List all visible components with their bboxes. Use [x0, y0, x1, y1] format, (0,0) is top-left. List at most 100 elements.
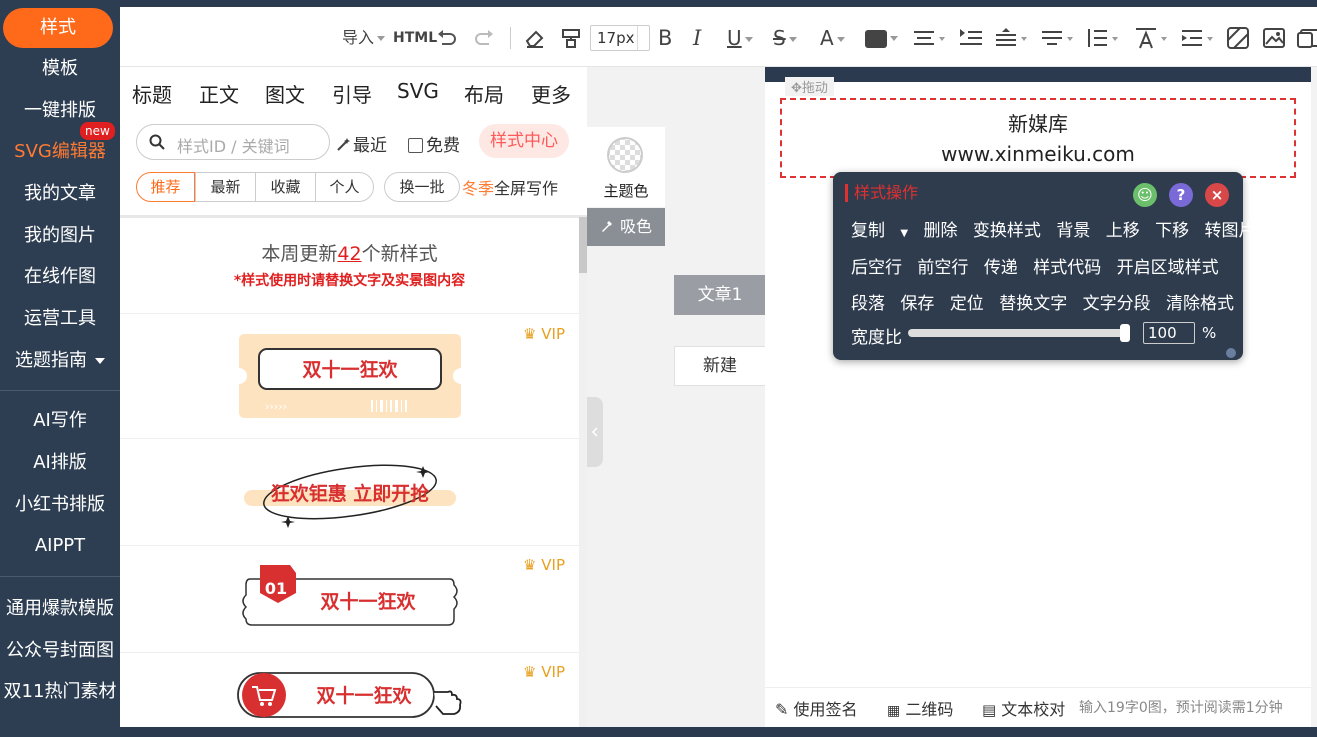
sidebar-item-xiaohongshu[interactable]: 小红书排版 [0, 493, 120, 517]
locate-button[interactable]: 定位 [950, 294, 984, 314]
background-color-button[interactable] [865, 26, 899, 50]
slider-knob[interactable] [1120, 324, 1130, 342]
style-card-ticket[interactable]: 双十一狂欢 ››››› [237, 332, 463, 420]
sidebar-item-cover-image[interactable]: 公众号封面图 [0, 639, 120, 663]
filter-personal[interactable]: 个人 [315, 172, 374, 202]
list-style-icon[interactable] [1040, 26, 1074, 50]
pass-button[interactable]: 传递 [984, 258, 1018, 278]
proofread-button[interactable]: ▤ 文本校对 [982, 696, 1065, 720]
tab-body[interactable]: 正文 [199, 79, 239, 108]
width-ratio-input[interactable]: 100 [1143, 322, 1195, 344]
signature-button[interactable]: ✎ 使用签名 [775, 696, 858, 720]
gallery-icon[interactable] [1297, 26, 1317, 50]
drag-handle[interactable]: ✥拖动 [785, 77, 834, 96]
sidebar-item-ai-writing[interactable]: AI写作 [0, 409, 120, 433]
content-line-title[interactable]: 新媒库 [782, 108, 1294, 137]
split-text-button[interactable]: 文字分段 [1083, 294, 1151, 314]
sidebar-item-hot-templates[interactable]: 通用爆款模版 [0, 597, 120, 621]
sidebar-item-ops-tools[interactable]: 运营工具 [0, 307, 120, 331]
move-up-button[interactable]: 上移 [1106, 221, 1140, 241]
sidebar-item-my-images[interactable]: 我的图片 [0, 224, 120, 248]
strikethrough-button[interactable]: S [773, 26, 797, 50]
tab-image-text[interactable]: 图文 [265, 79, 305, 108]
style-search-input[interactable]: 样式ID / 关键词 [136, 124, 330, 160]
paragraph-spacing-icon[interactable] [994, 26, 1028, 50]
skin-icon[interactable]: ☺ [1133, 183, 1157, 207]
more-icon[interactable]: ••• [1249, 294, 1282, 314]
redo-icon[interactable] [473, 26, 495, 50]
font-size-select[interactable]: 17px [590, 25, 650, 51]
article-tab[interactable]: 文章1 [674, 275, 766, 315]
html-button[interactable]: HTML [393, 26, 437, 50]
letter-spacing-icon[interactable] [1134, 26, 1168, 50]
style-card-promo[interactable]: 狂欢钜惠 立即开抢 [242, 460, 458, 532]
theme-color-button[interactable]: 主题色 [587, 127, 665, 207]
region-style-button[interactable]: 开启区域样式 [1117, 258, 1219, 278]
format-painter-icon[interactable] [559, 26, 583, 50]
eraser-icon[interactable] [523, 26, 547, 50]
tab-title[interactable]: 标题 [132, 79, 172, 108]
sidebar-item-aippt[interactable]: AIPPT [0, 534, 120, 558]
replace-text-button[interactable]: 替换文字 [999, 294, 1067, 314]
image-icon[interactable] [1262, 26, 1286, 50]
sidebar-item-one-click-layout[interactable]: 一键排版 [0, 99, 120, 123]
sidebar-item-svg-editor[interactable]: SVG编辑器 [0, 140, 120, 164]
style-list-scrollbar[interactable] [579, 217, 587, 727]
italic-button[interactable]: I [693, 26, 701, 50]
undo-icon[interactable] [436, 26, 458, 50]
pattern-fill-icon[interactable] [1226, 26, 1250, 50]
sidebar-item-templates[interactable]: 模板 [0, 57, 120, 81]
line-height-icon[interactable] [1085, 26, 1119, 50]
free-checkbox[interactable]: 免费 [408, 131, 460, 156]
close-icon[interactable]: × [1205, 183, 1229, 207]
sidebar-item-ai-layout[interactable]: AI排版 [0, 451, 120, 475]
tab-svg[interactable]: SVG [397, 79, 439, 103]
tab-guide[interactable]: 引导 [332, 79, 372, 108]
delete-button[interactable]: 删除 [924, 221, 958, 241]
filter-recommended[interactable]: 推荐 [136, 172, 195, 202]
move-down-button[interactable]: 下移 [1155, 221, 1189, 241]
tab-more[interactable]: 更多 [531, 79, 571, 108]
transform-style-button[interactable]: 变换样式 [973, 221, 1041, 241]
collapse-panel-button[interactable] [587, 397, 603, 467]
sidebar-item-my-articles[interactable]: 我的文章 [0, 182, 120, 206]
bold-button[interactable]: B [658, 26, 672, 50]
paragraph-button[interactable]: 段落 [851, 294, 885, 314]
blank-line-before-button[interactable]: 前空行 [917, 258, 968, 278]
blank-line-after-button[interactable]: 后空行 [851, 258, 902, 278]
scrollbar-thumb[interactable] [579, 217, 587, 273]
text-indent-icon[interactable] [1180, 26, 1214, 50]
style-code-button[interactable]: 样式代码 [1033, 258, 1101, 278]
filter-favorites[interactable]: 收藏 [255, 172, 316, 202]
to-image-button[interactable]: 转图片 [1205, 221, 1256, 241]
filter-latest[interactable]: 最新 [195, 172, 256, 202]
sidebar-item-styles[interactable]: 样式 [3, 8, 113, 48]
width-ratio-slider[interactable] [908, 324, 1130, 342]
notice-count[interactable]: 42 [337, 243, 361, 265]
content-line-url[interactable]: www.xinmeiku.com [782, 142, 1294, 166]
sidebar-item-online-design[interactable]: 在线作图 [0, 265, 120, 289]
qrcode-button[interactable]: ▦ 二维码 [887, 696, 953, 720]
indent-icon[interactable] [958, 26, 984, 50]
import-button[interactable]: 导入 [342, 26, 386, 50]
resize-handle-icon[interactable] [1224, 346, 1238, 360]
font-color-button[interactable]: A [820, 26, 845, 50]
refresh-batch-button[interactable]: 换一批 [384, 172, 460, 202]
save-button[interactable]: 保存 [900, 294, 934, 314]
sidebar-item-double11[interactable]: 双11热门素材 [0, 680, 120, 704]
align-icon[interactable] [912, 26, 946, 50]
help-icon[interactable]: ? [1169, 183, 1193, 207]
background-button[interactable]: 背景 [1056, 221, 1090, 241]
selected-content-block[interactable]: 新媒库 www.xinmeiku.com [780, 98, 1296, 178]
recent-button[interactable]: 最近 [336, 131, 387, 156]
copy-button[interactable]: 复制 ▼ [851, 221, 908, 241]
style-center-button[interactable]: 样式中心 [479, 124, 569, 158]
clear-format-button[interactable]: 清除格式 [1166, 294, 1234, 314]
underline-button[interactable]: U [727, 26, 753, 50]
sidebar-item-topic-guide[interactable]: 选题指南 [0, 349, 120, 373]
eyedropper-button[interactable]: 吸色 [587, 208, 665, 246]
style-card-numbered[interactable]: 01 双十一狂欢 [238, 563, 462, 635]
style-card-cart[interactable]: 双十一狂欢 [236, 670, 468, 722]
tab-layout[interactable]: 布局 [464, 79, 504, 108]
winter-fullscreen-link[interactable]: 冬季全屏写作 [462, 175, 558, 199]
